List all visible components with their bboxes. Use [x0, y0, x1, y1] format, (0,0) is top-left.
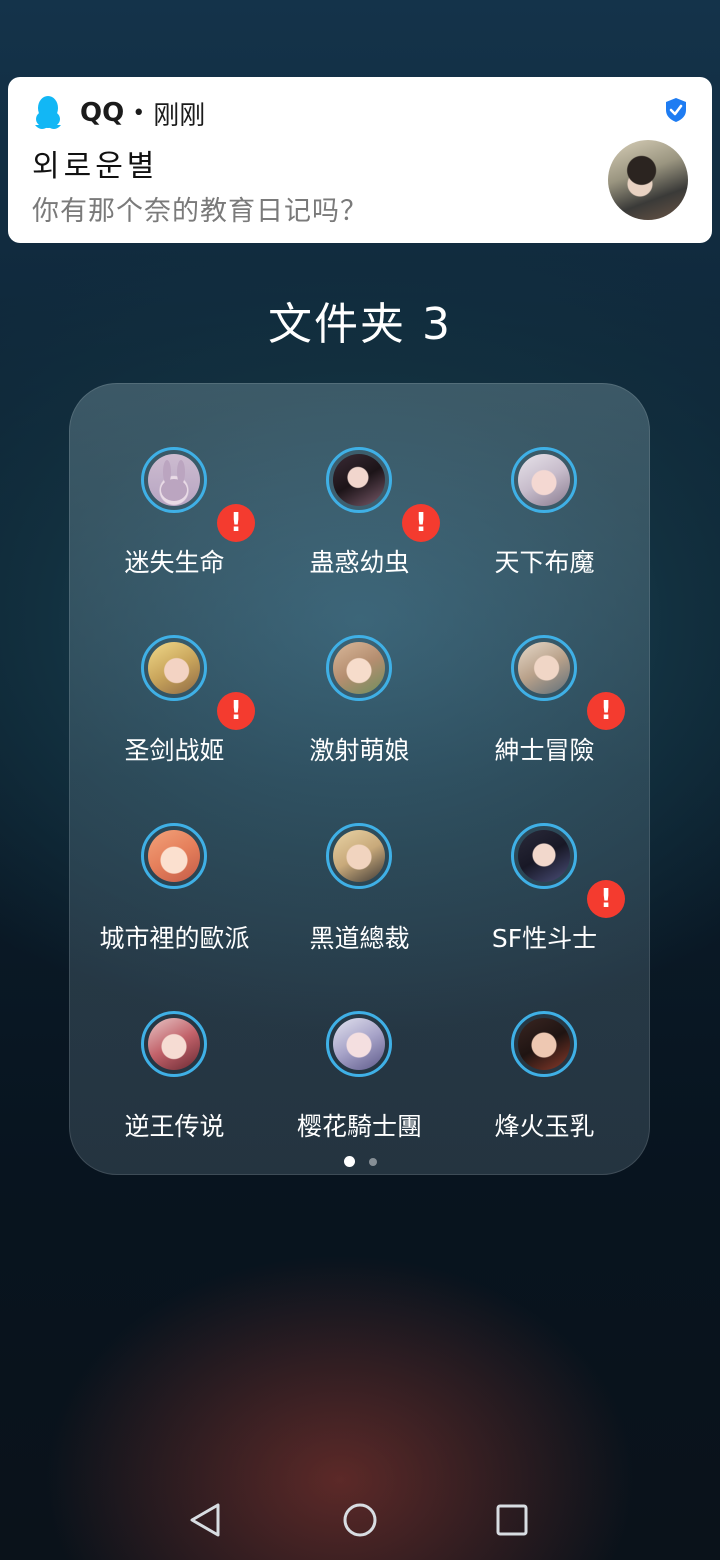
app-icon-character [511, 635, 577, 701]
folder-panel: ! 迷失生命 ! 蛊惑幼虫 天下布魔 ! 圣剑战姬 激射萌娘 ! 紳士冒險 城市… [69, 383, 650, 1175]
notification-time: 刚刚 [153, 100, 206, 131]
notification-badge: ! [587, 692, 625, 730]
app-label: 黑道總裁 [309, 924, 410, 953]
app-圣剑战姬[interactable]: ! 圣剑战姬 [83, 635, 266, 765]
folder-title[interactable]: 文件夹 3 [0, 288, 720, 352]
app-烽火玉乳[interactable]: 烽火玉乳 [453, 1011, 636, 1141]
app-icon-character [141, 1011, 207, 1077]
app-label: 烽火玉乳 [494, 1112, 595, 1141]
app-icon-character [511, 1011, 577, 1077]
app-icon-character [326, 447, 392, 513]
app-黑道總裁[interactable]: 黑道總裁 [268, 823, 451, 953]
page-indicator[interactable] [0, 1156, 720, 1167]
app-激射萌娘[interactable]: 激射萌娘 [268, 635, 451, 765]
notification-badge: ! [587, 880, 625, 918]
app-label: 城市裡的歐派 [99, 924, 250, 953]
qq-penguin-icon [35, 96, 61, 129]
app-icon-character [511, 447, 577, 513]
app-label: 迷失生命 [124, 548, 225, 577]
page-dot-active [343, 1156, 355, 1167]
notification-badge: ! [217, 504, 255, 542]
bunny-icon [161, 460, 187, 501]
app-城市裡的歐派[interactable]: 城市裡的歐派 [83, 823, 266, 953]
app-label: 圣剑战姬 [124, 736, 225, 765]
home-icon[interactable] [330, 1490, 390, 1550]
notification-message: 你有那个奈的教育日记吗？ [32, 196, 368, 227]
verified-shield-icon [666, 98, 686, 122]
notification-header: QQ • 刚刚 [32, 95, 205, 131]
app-蛊惑幼虫[interactable]: ! 蛊惑幼虫 [268, 447, 451, 577]
app-label: SF性斗士 [491, 924, 598, 953]
app-icon-character [326, 635, 392, 701]
app-icon-character [326, 823, 392, 889]
app-SF性斗士[interactable]: ! SF性斗士 [453, 823, 636, 953]
notification-app-name: QQ [80, 98, 125, 128]
app-label: 紳士冒險 [494, 736, 595, 765]
notification-badge: ! [217, 692, 255, 730]
app-label: 逆王传说 [124, 1112, 225, 1141]
app-icon-character [511, 823, 577, 889]
app-label: 激射萌娘 [309, 736, 410, 765]
notification-separator: • [132, 100, 146, 126]
app-逆王传说[interactable]: 逆王传说 [83, 1011, 266, 1141]
back-icon[interactable] [176, 1490, 236, 1550]
app-label: 蛊惑幼虫 [309, 548, 410, 577]
page-dot-inactive [368, 1158, 377, 1166]
recents-icon[interactable] [482, 1490, 542, 1550]
app-label: 天下布魔 [494, 548, 595, 577]
notification-card[interactable]: QQ • 刚刚 외로운별 你有那个奈的教育日记吗？ [8, 77, 712, 243]
app-icon-bunny [141, 447, 207, 513]
app-樱花騎士團[interactable]: 樱花騎士團 [268, 1011, 451, 1141]
notification-badge: ! [402, 504, 440, 542]
app-紳士冒險[interactable]: ! 紳士冒險 [453, 635, 636, 765]
app-label: 樱花騎士團 [296, 1112, 422, 1141]
app-icon-character [141, 635, 207, 701]
navigation-bar [0, 1490, 720, 1550]
app-迷失生命[interactable]: ! 迷失生命 [83, 447, 266, 577]
app-天下布魔[interactable]: 天下布魔 [453, 447, 636, 577]
sender-avatar [608, 140, 688, 220]
app-icon-character [141, 823, 207, 889]
notification-sender: 외로운별 [32, 149, 159, 184]
app-icon-character [326, 1011, 392, 1077]
